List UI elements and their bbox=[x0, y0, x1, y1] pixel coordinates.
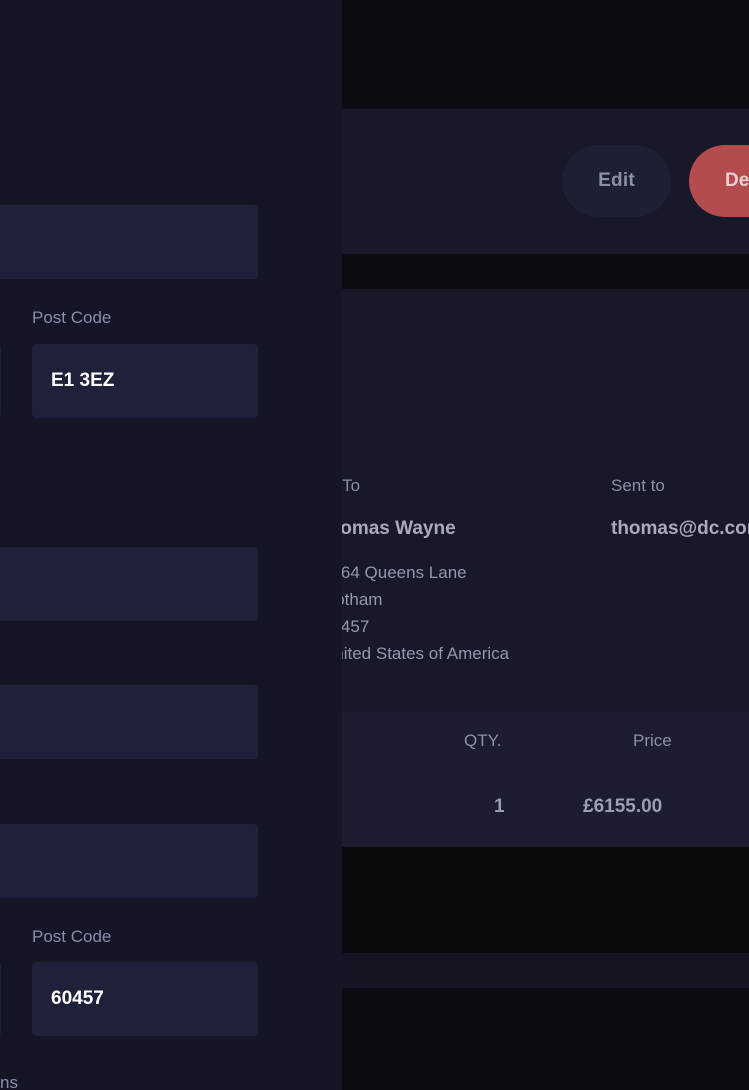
client-country: United States of America bbox=[342, 644, 510, 663]
bill-to-label: Bill To bbox=[342, 476, 361, 495]
items-table bbox=[342, 712, 749, 847]
client-name-field[interactable] bbox=[0, 547, 258, 621]
client-email: thomas@dc.com bbox=[611, 518, 749, 539]
items-total-bar bbox=[342, 847, 749, 953]
sender-post-code-field[interactable]: E1 3EZ bbox=[32, 344, 258, 418]
item-price: £6155.00 bbox=[583, 796, 663, 817]
price-column-header: Price bbox=[633, 731, 672, 750]
item-qty: 1 bbox=[494, 796, 505, 817]
country-field-label: ns bbox=[0, 1073, 18, 1090]
invoice-visible-area: Edit Delete Bill To Thomas Wayne 1964 Qu… bbox=[342, 0, 749, 1090]
client-city: Gotham bbox=[342, 590, 383, 609]
client-street: 1964 Queens Lane bbox=[342, 563, 467, 582]
client-post-code: 60457 bbox=[342, 617, 370, 636]
client-post-code-field[interactable]: 60457 bbox=[32, 962, 258, 1036]
client-name: Thomas Wayne bbox=[342, 518, 456, 539]
sender-post-code-label: Post Code bbox=[32, 308, 112, 327]
client-email-field[interactable] bbox=[0, 685, 258, 759]
client-post-code-label: Post Code bbox=[32, 927, 112, 946]
edit-invoice-drawer: Post Code E1 3EZ Post Code 60457 ns bbox=[0, 0, 342, 1090]
sent-to-label: Sent to bbox=[611, 476, 665, 495]
sender-street-address-field[interactable] bbox=[0, 205, 258, 279]
qty-column-header: QTY. bbox=[464, 731, 502, 750]
sender-city-field[interactable] bbox=[0, 344, 1, 418]
client-city-field[interactable] bbox=[0, 962, 1, 1036]
edit-button[interactable]: Edit bbox=[562, 145, 671, 217]
client-street-address-field[interactable] bbox=[0, 824, 258, 898]
invoice-bottom-strip bbox=[342, 953, 749, 988]
delete-button[interactable]: Delete bbox=[689, 145, 749, 217]
